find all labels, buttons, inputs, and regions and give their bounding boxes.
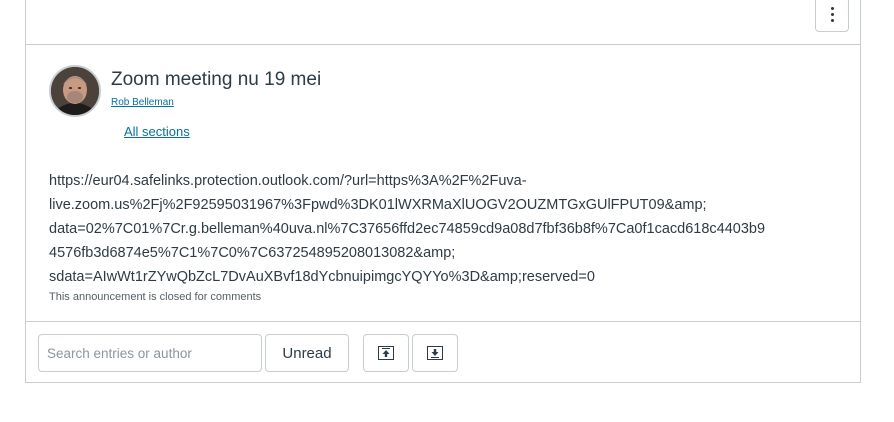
body-line: sdata=AIwWt1rZYwQbZcL7DvAuXBvf18dYcbnuip…: [49, 269, 595, 285]
avatar-photo: [51, 67, 99, 115]
announcement-toolbar: [26, 0, 860, 45]
divider: [26, 321, 860, 322]
body-line: https://eur04.safelinks.protection.outlo…: [49, 173, 527, 189]
collapse-up-icon: [378, 346, 394, 360]
expand-all-button[interactable]: [412, 334, 458, 372]
avatar[interactable]: [49, 65, 101, 117]
comments-closed-note: This announcement is closed for comments: [49, 291, 262, 303]
announcement-title: Zoom meeting nu 19 mei: [111, 69, 322, 90]
kebab-menu-icon: [830, 7, 834, 22]
more-options-button[interactable]: [815, 0, 849, 32]
body-line: 4576fb3d6874e5%7C1%7C0%7C637254895208013…: [49, 245, 456, 261]
unread-filter-button[interactable]: Unread: [265, 334, 349, 372]
collapse-all-button[interactable]: [363, 334, 409, 372]
all-sections-link[interactable]: All sections: [124, 124, 190, 140]
body-line: live.zoom.us%2Fj%2F92595031967%3Fpwd%3DK…: [49, 197, 707, 213]
announcement-card: Zoom meeting nu 19 mei Rob Belleman All …: [25, 0, 861, 383]
author-link[interactable]: Rob Belleman: [111, 96, 174, 109]
announcement-body: https://eur04.safelinks.protection.outlo…: [49, 169, 849, 289]
search-input[interactable]: [38, 334, 262, 372]
expand-down-icon: [427, 346, 443, 360]
body-line: data=02%7C01%7Cr.g.belleman%40uva.nl%7C3…: [49, 221, 766, 237]
